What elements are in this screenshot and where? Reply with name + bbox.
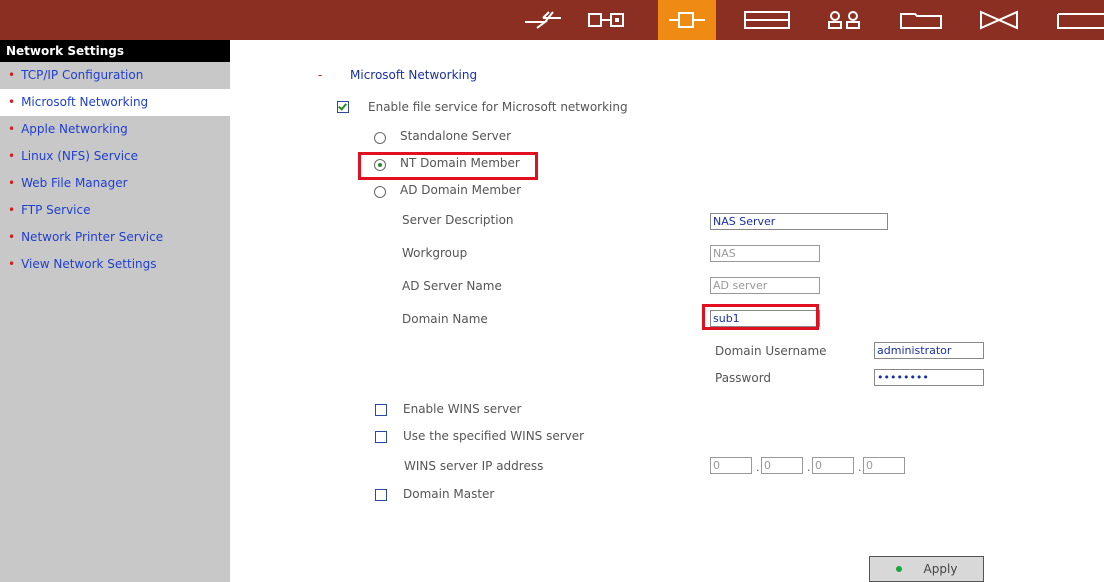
ad-server-name-label: AD Server Name	[402, 279, 502, 293]
password-label: Password	[715, 371, 772, 385]
bullet-icon: •	[8, 203, 16, 217]
sidebar-item-network-printer[interactable]: • Network Printer Service	[0, 224, 230, 251]
server-description-label: Server Description	[402, 213, 514, 227]
ip-separator: .	[756, 461, 760, 474]
apply-button[interactable]: Apply	[869, 556, 984, 582]
highlight-box-domain-name	[702, 304, 819, 330]
bullet-icon: •	[8, 176, 16, 190]
sidebar-item-label: TCP/IP Configuration	[21, 68, 144, 82]
top-navigation-bar	[0, 0, 1104, 40]
sidebar-item-ftp-service[interactable]: • FTP Service	[0, 197, 230, 224]
connection-icon[interactable]	[658, 0, 716, 40]
sidebar: Network Settings • TCP/IP Configuration •…	[0, 40, 230, 582]
domain-master-checkbox[interactable]	[375, 489, 387, 501]
ad-domain-member-radio[interactable]	[374, 186, 386, 198]
bullet-icon: •	[8, 257, 16, 271]
domain-name-label: Domain Name	[402, 312, 488, 326]
network-icon[interactable]	[514, 0, 572, 40]
workgroup-input[interactable]	[710, 245, 820, 262]
sidebar-item-apple-networking[interactable]: • Apple Networking	[0, 116, 230, 143]
storage-icon[interactable]	[738, 0, 796, 40]
wins-ip-octet-1[interactable]	[710, 457, 752, 474]
section-title: Microsoft Networking	[350, 68, 478, 82]
device-icon[interactable]	[578, 0, 636, 40]
bullet-icon: •	[8, 68, 16, 82]
server-description-input[interactable]	[710, 213, 888, 230]
sidebar-item-label: Web File Manager	[21, 176, 128, 190]
use-specified-wins-label: Use the specified WINS server	[403, 429, 585, 443]
ip-separator: .	[807, 461, 811, 474]
folder-icon[interactable]	[892, 0, 950, 40]
sidebar-item-web-file-manager[interactable]: • Web File Manager	[0, 170, 230, 197]
sidebar-item-label: Microsoft Networking	[21, 95, 149, 109]
wins-ip-octet-4[interactable]	[863, 457, 905, 474]
ad-server-name-input[interactable]	[710, 277, 820, 294]
password-input[interactable]	[874, 369, 984, 386]
sidebar-item-label: Apple Networking	[21, 122, 128, 136]
users-icon[interactable]	[816, 0, 874, 40]
domain-username-input[interactable]	[874, 342, 984, 359]
workgroup-label: Workgroup	[402, 246, 468, 260]
sidebar-item-microsoft-networking[interactable]: • Microsoft Networking	[0, 89, 230, 116]
wins-ip-octet-2[interactable]	[761, 457, 803, 474]
domain-master-label: Domain Master	[403, 487, 495, 501]
bullet-icon: •	[8, 230, 16, 244]
wins-ip-octet-3[interactable]	[812, 457, 854, 474]
sidebar-title: Network Settings	[0, 40, 230, 62]
enable-wins-server-label: Enable WINS server	[403, 402, 522, 416]
bullet-icon: •	[8, 122, 16, 136]
highlight-box-nt-domain	[358, 152, 538, 180]
sidebar-item-label: FTP Service	[21, 203, 91, 217]
domain-username-label: Domain Username	[715, 344, 827, 358]
sidebar-item-label: Network Printer Service	[21, 230, 164, 244]
standalone-server-radio[interactable]	[374, 132, 386, 144]
bullet-icon: •	[8, 95, 16, 109]
sidebar-item-label: View Network Settings	[21, 257, 157, 271]
use-specified-wins-checkbox[interactable]	[375, 431, 387, 443]
sidebar-item-view-network-settings[interactable]: • View Network Settings	[0, 251, 230, 278]
apply-label: Apply	[923, 562, 958, 576]
ad-domain-member-label: AD Domain Member	[400, 183, 522, 197]
bullet-icon: •	[8, 149, 16, 163]
status-dot-icon	[895, 566, 902, 572]
enable-file-service-checkbox[interactable]	[337, 101, 349, 113]
more-icon[interactable]	[1056, 0, 1104, 40]
sidebar-item-linux-nfs[interactable]: • Linux (NFS) Service	[0, 143, 230, 170]
wins-ip-label: WINS server IP address	[404, 459, 544, 473]
mail-icon[interactable]	[970, 0, 1028, 40]
standalone-server-label: Standalone Server	[400, 129, 512, 143]
sidebar-item-label: Linux (NFS) Service	[21, 149, 139, 163]
ip-separator: .	[858, 461, 862, 474]
enable-wins-server-checkbox[interactable]	[375, 404, 387, 416]
section-dash: -	[318, 68, 323, 82]
enable-file-service-label: Enable file service for Microsoft networ…	[368, 100, 628, 114]
sidebar-item-tcpip[interactable]: • TCP/IP Configuration	[0, 62, 230, 89]
